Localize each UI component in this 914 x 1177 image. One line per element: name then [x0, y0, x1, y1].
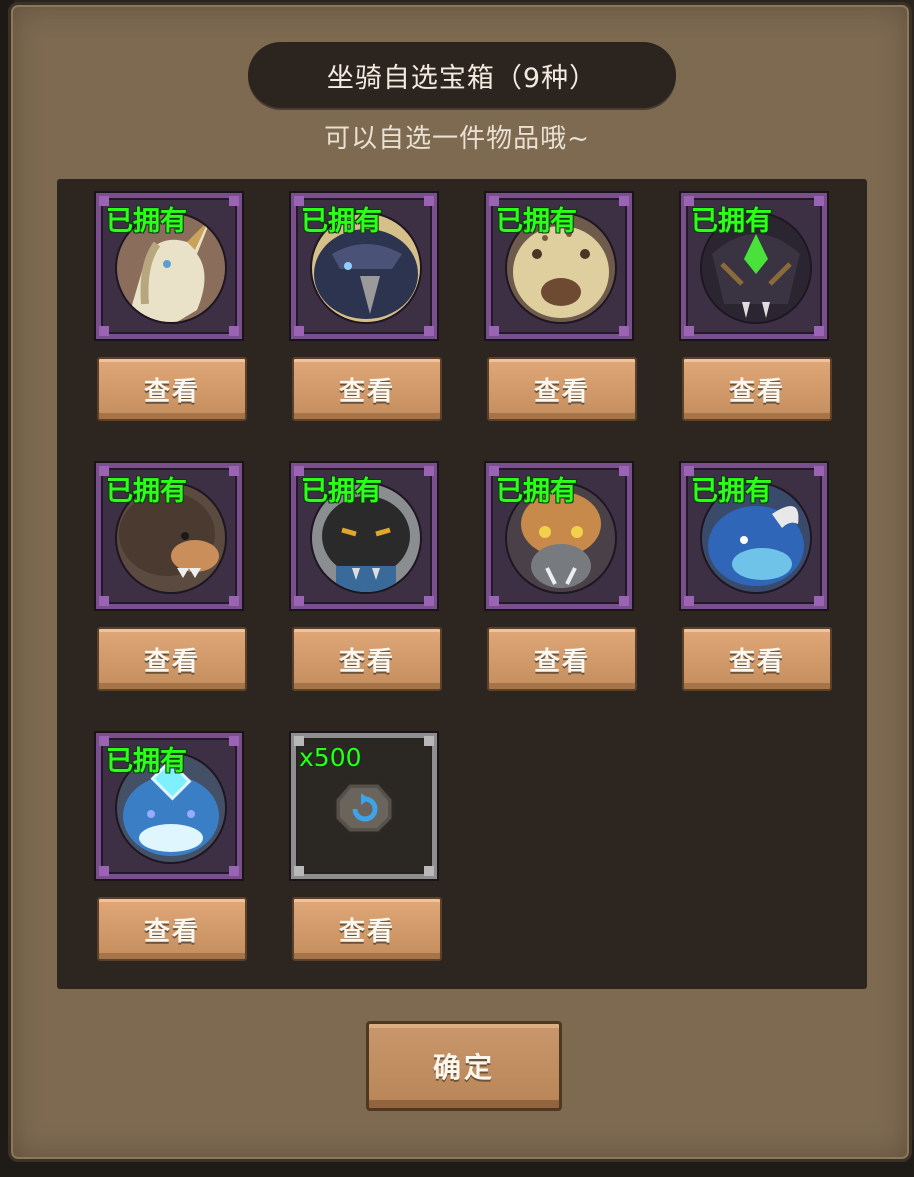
- item-slot-reroll-token[interactable]: x500: [289, 731, 439, 881]
- item-slot-blue-rhino[interactable]: 已拥有: [679, 461, 829, 611]
- owned-label: 已拥有: [106, 476, 187, 507]
- owned-label: 已拥有: [301, 476, 382, 507]
- view-button-blue-rhino[interactable]: 查看: [682, 627, 832, 691]
- owned-label: 已拥有: [496, 476, 577, 507]
- owned-label: 已拥有: [301, 206, 382, 237]
- view-button-unicorn[interactable]: 查看: [97, 357, 247, 421]
- item-slot-boar[interactable]: 已拥有: [94, 461, 244, 611]
- item-slot-warthog[interactable]: 已拥有: [484, 461, 634, 611]
- view-button-hyena[interactable]: 查看: [487, 357, 637, 421]
- confirm-button[interactable]: 确定: [366, 1021, 562, 1111]
- view-button-black-panther[interactable]: 查看: [292, 627, 442, 691]
- dialog-title: 坐骑自选宝箱（9种）: [248, 42, 676, 108]
- quantity-label: x500: [299, 743, 362, 772]
- item-slot-hyena[interactable]: 已拥有: [484, 191, 634, 341]
- item-slot-unicorn[interactable]: 已拥有: [94, 191, 244, 341]
- item-grid: 已拥有 已拥有 已拥有 已拥有 已拥有 已拥有 已拥有 已拥有 已拥有 x500…: [57, 179, 867, 989]
- owned-label: 已拥有: [106, 206, 187, 237]
- view-button-boar[interactable]: 查看: [97, 627, 247, 691]
- item-slot-black-panther[interactable]: 已拥有: [289, 461, 439, 611]
- view-button-armored-beast[interactable]: 查看: [682, 357, 832, 421]
- item-slot-ice-wolf[interactable]: 已拥有: [94, 731, 244, 881]
- item-slot-armored-beast[interactable]: 已拥有: [679, 191, 829, 341]
- view-button-warthog[interactable]: 查看: [487, 627, 637, 691]
- view-button-reroll-token[interactable]: 查看: [292, 897, 442, 961]
- view-button-ice-wolf[interactable]: 查看: [97, 897, 247, 961]
- view-button-dark-bird[interactable]: 查看: [292, 357, 442, 421]
- owned-label: 已拥有: [691, 476, 772, 507]
- dialog-subtitle: 可以自选一件物品哦~: [324, 124, 590, 154]
- owned-label: 已拥有: [496, 206, 577, 237]
- owned-label: 已拥有: [691, 206, 772, 237]
- item-slot-dark-bird[interactable]: 已拥有: [289, 191, 439, 341]
- owned-label: 已拥有: [106, 746, 187, 777]
